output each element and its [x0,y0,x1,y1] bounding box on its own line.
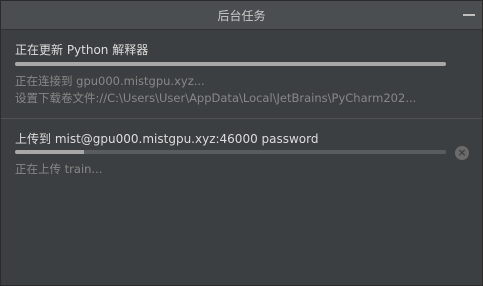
task-progress-bar [15,62,446,66]
minimize-icon[interactable] [463,14,475,16]
task-progress-fill [15,150,84,154]
task-title: 正在更新 Python 解释器 [15,43,149,57]
background-tasks-window: 后台任务 正在更新 Python 解释器 正在连接到 gpu000.mistgp… [0,0,483,286]
cancel-icon[interactable]: × [455,146,469,160]
task-progress-bar [15,150,446,154]
task-detail-download-volume: 设置下载卷文件://C:\Users\User\AppData\Local\Je… [15,91,417,105]
task-progress-fill [15,62,446,66]
task-upload: 上传到 mist@gpu000.mistgpu.xyz:46000 passwo… [1,119,482,199]
task-update-python-interpreter: 正在更新 Python 解释器 正在连接到 gpu000.mistgpu.xyz… [1,30,482,118]
title-bar[interactable]: 后台任务 [1,1,482,30]
task-title: 上传到 mist@gpu000.mistgpu.xyz:46000 passwo… [15,132,319,146]
window-title: 后台任务 [217,9,266,23]
task-detail-uploading: 正在上传 train... [15,162,103,176]
task-detail-connecting: 正在连接到 gpu000.mistgpu.xyz... [15,74,205,88]
